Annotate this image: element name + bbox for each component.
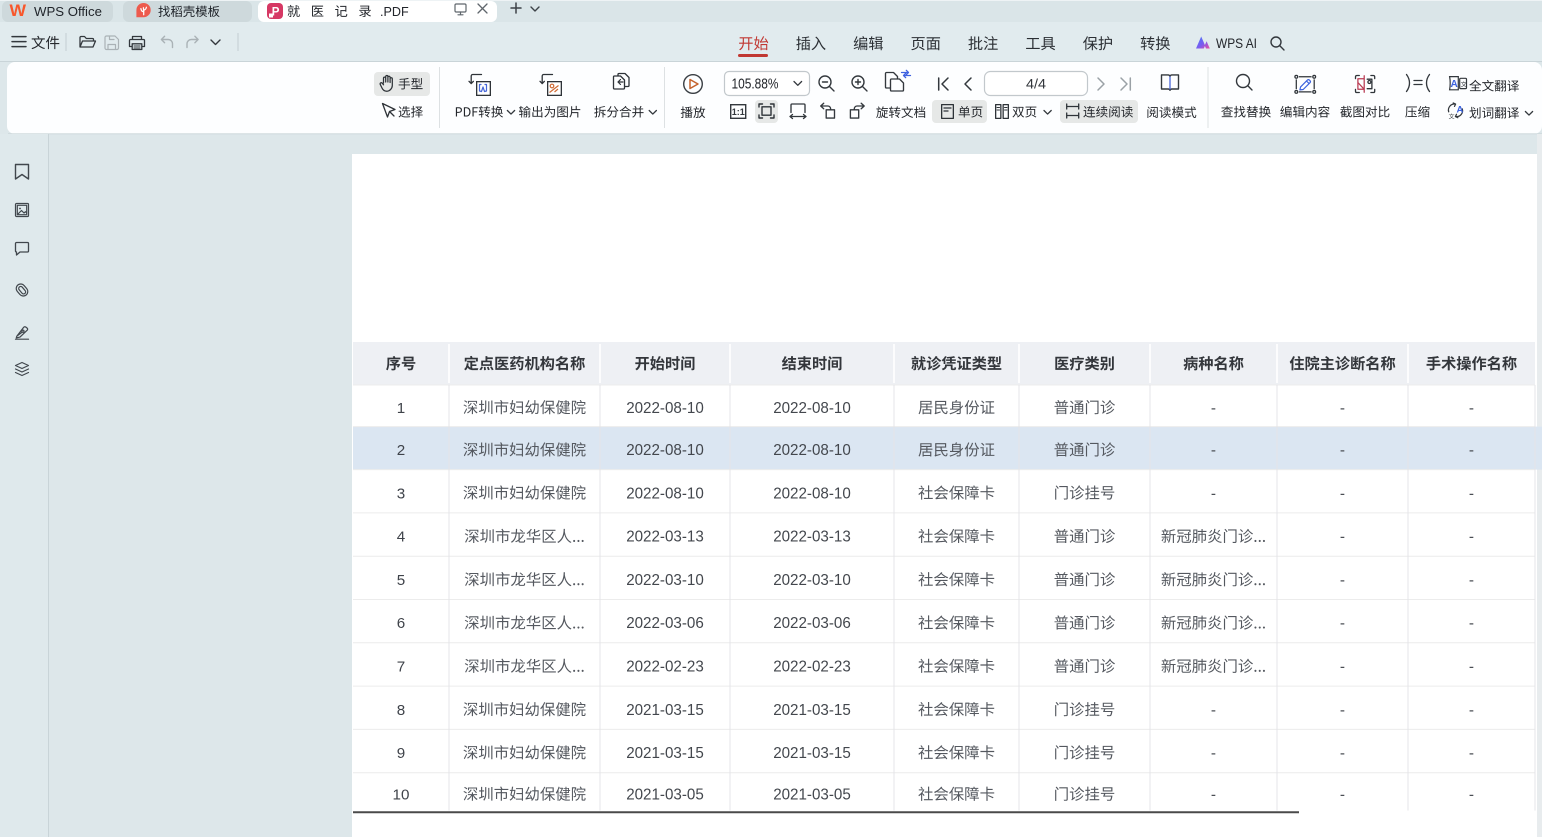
svg-text:A: A xyxy=(1456,105,1463,116)
svg-text:-: - xyxy=(1340,786,1345,803)
svg-text:-: - xyxy=(1211,702,1216,719)
svg-text:2021-03-05: 2021-03-05 xyxy=(626,786,704,803)
svg-text:WPS Office: WPS Office xyxy=(34,4,102,19)
svg-text:-: - xyxy=(1340,572,1345,589)
svg-text:2021-03-15: 2021-03-15 xyxy=(773,745,851,762)
svg-text:-: - xyxy=(1340,442,1345,459)
svg-text:2022-08-10: 2022-08-10 xyxy=(626,442,704,459)
svg-text:1: 1 xyxy=(397,400,405,417)
svg-text:2022-03-13: 2022-03-13 xyxy=(773,529,851,546)
svg-text:-: - xyxy=(1340,745,1345,762)
svg-text:4/4: 4/4 xyxy=(1026,76,1046,92)
svg-text:-: - xyxy=(1469,658,1474,675)
svg-text:2022-03-06: 2022-03-06 xyxy=(626,615,704,632)
svg-text:-: - xyxy=(1340,485,1345,502)
svg-text:2022-03-13: 2022-03-13 xyxy=(626,529,704,546)
svg-text:2022-08-10: 2022-08-10 xyxy=(773,442,851,459)
svg-text:3: 3 xyxy=(397,485,405,502)
svg-text:-: - xyxy=(1340,615,1345,632)
svg-text:2022-08-10: 2022-08-10 xyxy=(626,400,704,417)
svg-text:-: - xyxy=(1211,745,1216,762)
svg-text:5: 5 xyxy=(397,572,405,589)
svg-text:8: 8 xyxy=(397,702,405,719)
svg-text:2022-03-10: 2022-03-10 xyxy=(626,572,704,589)
svg-text:2: 2 xyxy=(397,442,405,459)
svg-text:-: - xyxy=(1211,400,1216,417)
svg-text:A: A xyxy=(1450,79,1457,90)
svg-text:-: - xyxy=(1211,786,1216,803)
svg-text:6: 6 xyxy=(397,615,405,632)
svg-text:.PDF: .PDF xyxy=(380,5,409,19)
svg-text:2021-03-05: 2021-03-05 xyxy=(773,786,851,803)
svg-text:-: - xyxy=(1340,702,1345,719)
svg-text:WPS AI: WPS AI xyxy=(1216,36,1257,51)
svg-text:-: - xyxy=(1469,745,1474,762)
svg-text:2022-08-10: 2022-08-10 xyxy=(626,485,704,502)
svg-text:-: - xyxy=(1211,442,1216,459)
svg-text:105.88%: 105.88% xyxy=(732,77,779,93)
svg-text:-: - xyxy=(1469,400,1474,417)
svg-text:P: P xyxy=(272,7,280,19)
svg-text:7: 7 xyxy=(397,658,405,675)
svg-text:-: - xyxy=(1469,485,1474,502)
svg-text:2022-02-23: 2022-02-23 xyxy=(773,658,851,675)
svg-text:-: - xyxy=(1340,400,1345,417)
svg-text:2021-03-15: 2021-03-15 xyxy=(626,702,704,719)
svg-text:-: - xyxy=(1469,572,1474,589)
svg-text:-: - xyxy=(1340,658,1345,675)
svg-text:W: W xyxy=(10,1,27,19)
svg-text:-: - xyxy=(1211,485,1216,502)
svg-text:2022-08-10: 2022-08-10 xyxy=(773,485,851,502)
svg-text:-: - xyxy=(1340,529,1345,546)
svg-text:1:1: 1:1 xyxy=(732,107,745,117)
svg-text:-: - xyxy=(1469,615,1474,632)
svg-text:2022-03-10: 2022-03-10 xyxy=(773,572,851,589)
svg-text:-: - xyxy=(1469,442,1474,459)
svg-text:9: 9 xyxy=(397,745,405,762)
svg-text:-: - xyxy=(1469,786,1474,803)
svg-text:-: - xyxy=(1469,529,1474,546)
svg-text:-: - xyxy=(1469,702,1474,719)
svg-text:2022-02-23: 2022-02-23 xyxy=(626,658,704,675)
svg-text:2022-08-10: 2022-08-10 xyxy=(773,400,851,417)
svg-text:4: 4 xyxy=(397,529,405,546)
svg-text:2022-03-06: 2022-03-06 xyxy=(773,615,851,632)
svg-text:2021-03-15: 2021-03-15 xyxy=(626,745,704,762)
svg-text:10: 10 xyxy=(393,786,410,803)
svg-text:2021-03-15: 2021-03-15 xyxy=(773,702,851,719)
